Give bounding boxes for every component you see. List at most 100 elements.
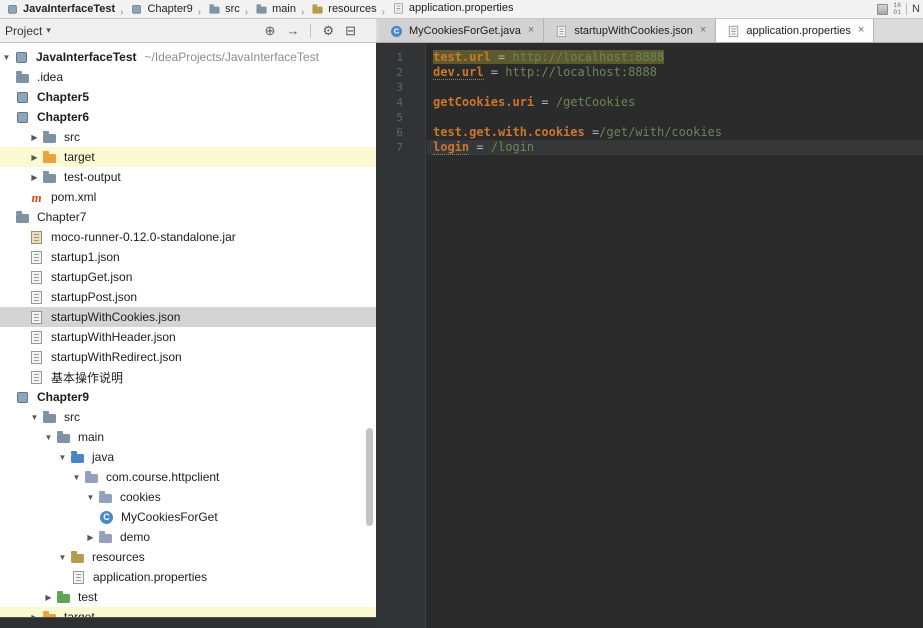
- expand-arrow-icon[interactable]: ▶: [28, 173, 41, 182]
- code-line: test.url = http://localhost:8888: [427, 50, 923, 65]
- tree-item-label: resources: [92, 550, 145, 564]
- breadcrumb-item[interactable]: JavaInterfaceTest: [2, 1, 117, 17]
- collapse-arrow-icon[interactable]: ▼: [56, 453, 69, 462]
- editor-code-area[interactable]: test.url = http://localhost:8888 dev.url …: [427, 43, 923, 628]
- breadcrumb-item[interactable]: main: [251, 1, 298, 17]
- tree-item[interactable]: ▼ java: [0, 447, 376, 467]
- tree-item[interactable]: C MyCookiesForGet: [0, 507, 376, 527]
- line-number: 1: [396, 51, 403, 64]
- tree-item-label: Chapter7: [37, 210, 87, 224]
- tree-item[interactable]: startupPost.json: [0, 287, 376, 307]
- package-icon: [97, 529, 114, 545]
- tree-item-label: target: [64, 150, 95, 164]
- breadcrumb-item[interactable]: application.properties: [388, 0, 516, 16]
- expand-arrow-icon[interactable]: ▶: [42, 593, 55, 602]
- tree-item-label: startupPost.json: [51, 290, 138, 304]
- tree-item[interactable]: 基本操作说明: [0, 367, 376, 387]
- tree-item[interactable]: Chapter5: [0, 87, 376, 107]
- breadcrumb-separator: ›: [381, 6, 385, 18]
- editor-tab[interactable]: C MyCookiesForGet.java ×: [379, 19, 545, 42]
- breadcrumb-item[interactable]: src: [204, 1, 242, 17]
- collapse-all-icon[interactable]: ⊟: [345, 24, 356, 37]
- project-tree[interactable]: ▼ JavaInterfaceTest ~/IdeaProjects/JavaInt…: [0, 43, 376, 618]
- close-tab-icon[interactable]: ×: [528, 25, 534, 36]
- folder-icon: [41, 409, 58, 425]
- close-tab-icon[interactable]: ×: [858, 25, 864, 36]
- toolbar-row: Project ▾ ⊕ → ⚙ ⊟ C MyCookiesForGet.java × sta…: [0, 19, 923, 43]
- tree-item[interactable]: startupGet.json: [0, 267, 376, 287]
- tree-item[interactable]: ▼ main: [0, 427, 376, 447]
- tree-item[interactable]: Chapter6: [0, 107, 376, 127]
- json-icon: [28, 269, 45, 285]
- tab-label: application.properties: [746, 24, 851, 37]
- counter-top: 16: [893, 2, 901, 9]
- expand-arrow-icon[interactable]: ▶: [28, 133, 41, 142]
- tree-item-label: MyCookiesForGet: [121, 510, 218, 524]
- editor-tab[interactable]: startupWithCookies.json ×: [544, 19, 717, 42]
- code-token: /login: [490, 140, 535, 154]
- breadcrumb-separator: ›: [244, 6, 249, 18]
- tree-item[interactable]: startupWithHeader.json: [0, 327, 376, 347]
- chevron-down-icon[interactable]: ▾: [46, 25, 51, 36]
- code-token: http://localhost:8888: [505, 65, 657, 79]
- tree-item-label: Chapter6: [37, 110, 90, 124]
- folder-icon: [41, 169, 58, 185]
- folder-icon: [208, 3, 221, 15]
- tree-item[interactable]: ▼ com.course.httpclient: [0, 467, 376, 487]
- editor-tab[interactable]: application.properties ×: [716, 19, 875, 42]
- code-token: =: [584, 125, 600, 139]
- tree-scrollbar-thumb[interactable]: [366, 428, 373, 526]
- settings-icon[interactable]: ⚙: [322, 24, 334, 37]
- tree-item[interactable]: m pom.xml: [0, 187, 376, 207]
- tree-item[interactable]: startup1.json: [0, 247, 376, 267]
- tree-item-label: startupWithHeader.json: [51, 330, 176, 344]
- breadcrumb-item[interactable]: resources: [307, 1, 378, 17]
- project-toolbar-icons: ⊕ → ⚙ ⊟: [265, 23, 368, 38]
- collapse-arrow-icon[interactable]: ▼: [84, 493, 97, 502]
- tree-item-label: startupWithCookies.json: [51, 310, 181, 324]
- tab-label: startupWithCookies.json: [574, 24, 693, 37]
- collapse-arrow-icon[interactable]: ▼: [0, 53, 13, 62]
- collapse-arrow-icon[interactable]: ▼: [28, 413, 41, 422]
- expand-arrow-icon[interactable]: ▶: [84, 533, 97, 542]
- collapse-arrow-icon[interactable]: ▼: [70, 473, 83, 482]
- locate-icon[interactable]: ⊕: [265, 24, 276, 37]
- module-icon: [14, 389, 31, 405]
- collapse-arrow-icon[interactable]: ▼: [42, 433, 55, 442]
- breadcrumb-separator: ›: [120, 6, 124, 18]
- tab-label: MyCookiesForGet.java: [409, 24, 521, 37]
- tree-item[interactable]: Chapter7: [0, 207, 376, 227]
- project-panel-title[interactable]: Project: [5, 24, 42, 38]
- scroll-to-source-icon[interactable]: →: [286, 24, 299, 37]
- tree-item[interactable]: ▶ target: [0, 147, 376, 167]
- divider: [906, 3, 907, 15]
- tree-item[interactable]: ▶ test: [0, 587, 376, 607]
- tree-item[interactable]: ▶ src: [0, 127, 376, 147]
- expand-arrow-icon[interactable]: ▶: [28, 153, 41, 162]
- tree-item[interactable]: startupWithRedirect.json: [0, 347, 376, 367]
- tree-item[interactable]: startupWithCookies.json: [0, 307, 376, 327]
- tree-item[interactable]: ▶ test-output: [0, 167, 376, 187]
- breadcrumb-item[interactable]: Chapter9: [126, 1, 194, 17]
- tree-item[interactable]: application.properties: [0, 567, 376, 587]
- editor[interactable]: 1 2 3 4 5 6 7 test.url = http://localhost:8888…: [376, 43, 923, 628]
- tree-item[interactable]: ▼ cookies: [0, 487, 376, 507]
- tree-item[interactable]: .idea: [0, 67, 376, 87]
- tree-item[interactable]: Chapter9: [0, 387, 376, 407]
- tree-item-label: startup1.json: [51, 250, 120, 264]
- code-line: test.get.with.cookies =/get/with/cookies: [427, 125, 923, 140]
- close-tab-icon[interactable]: ×: [700, 25, 706, 36]
- text-icon: [28, 369, 45, 385]
- properties-icon: [727, 24, 741, 38]
- tree-item[interactable]: ▼ resources: [0, 547, 376, 567]
- tree-item[interactable]: moco-runner-0.12.0-standalone.jar: [0, 227, 376, 247]
- json-icon: [555, 24, 569, 38]
- tree-item[interactable]: ▼ JavaInterfaceTest ~/IdeaProjects/JavaInt…: [0, 47, 376, 67]
- class-icon: C: [389, 24, 403, 38]
- tree-item[interactable]: ▼ src: [0, 407, 376, 427]
- folder-resources-icon: [311, 3, 324, 15]
- tree-item[interactable]: ▶ demo: [0, 527, 376, 547]
- breadcrumb-label: resources: [328, 3, 377, 16]
- collapse-arrow-icon[interactable]: ▼: [56, 553, 69, 562]
- code-token: =: [483, 65, 506, 79]
